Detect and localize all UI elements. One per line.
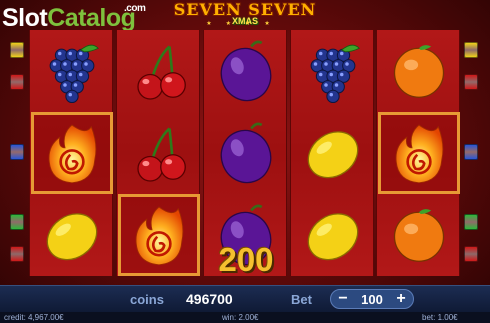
reel-symbol-lemon xyxy=(292,194,374,276)
payline-marker xyxy=(464,214,478,230)
bet-label: Bet xyxy=(291,292,312,307)
win-amount: 200 xyxy=(218,241,274,278)
fireball-icon xyxy=(395,124,444,184)
game-logo: SEVEN SEVEN XMAS ★★★★ xyxy=(168,0,322,32)
reel xyxy=(203,30,287,276)
grapes-icon xyxy=(49,44,99,104)
reel xyxy=(116,30,200,276)
payline-marker xyxy=(10,74,24,90)
payline-marker xyxy=(464,42,478,58)
payline-marker xyxy=(10,246,24,262)
reels-area xyxy=(29,30,460,276)
reel-symbol-fireball xyxy=(118,194,200,276)
reel-symbol-lemon xyxy=(292,112,374,194)
orange-icon xyxy=(393,45,445,98)
payline-marker xyxy=(464,144,478,160)
payline-markers-right xyxy=(464,40,478,270)
reel xyxy=(29,30,113,276)
brand-catalog: Catalog xyxy=(47,4,136,32)
fireball-icon xyxy=(135,206,184,266)
brand-com: .com xyxy=(124,3,146,14)
reel-symbol-fireball xyxy=(31,112,113,194)
reel-symbol-cherries xyxy=(118,30,200,112)
reel-symbol-orange xyxy=(378,194,460,276)
cherries-icon xyxy=(137,45,186,100)
grapes-icon xyxy=(310,44,360,104)
reel-symbol-grapes xyxy=(31,30,113,112)
reel-symbol-grapes xyxy=(292,30,374,112)
star-decoration-icon: ★★★★ xyxy=(206,21,284,27)
bet-stepper: − 100 + xyxy=(330,289,414,309)
reel xyxy=(376,30,460,276)
payline-marker xyxy=(10,42,24,58)
game-stage: SlotCatalog .com SEVEN SEVEN XMAS ★★★★ 2… xyxy=(0,0,490,323)
plum-icon xyxy=(220,40,272,102)
reel-symbol-fireball xyxy=(378,112,460,194)
lemon-icon xyxy=(46,213,98,261)
payline-marker xyxy=(464,246,478,262)
win-info: win: 2.00€ xyxy=(222,313,259,322)
reel-symbol-cherries xyxy=(118,112,200,194)
brand-slot: Slot xyxy=(2,4,48,32)
payline-marker xyxy=(464,74,478,90)
reel xyxy=(290,30,374,276)
reel-symbol-lemon xyxy=(31,194,113,276)
reel-symbol-plum xyxy=(205,30,287,112)
bottom-bar: coins 496700 Bet − 100 + xyxy=(0,285,490,312)
payline-marker xyxy=(10,214,24,230)
lemon-icon xyxy=(307,213,359,261)
lemon-icon xyxy=(307,131,359,179)
bet-info: bet: 1.00€ xyxy=(422,313,458,322)
reel-symbol-orange xyxy=(378,30,460,112)
info-bar: credit: 4,967.00€ win: 2.00€ bet: 1.00€ xyxy=(0,312,490,323)
orange-icon xyxy=(393,209,445,262)
slotcatalog-logo: SlotCatalog .com xyxy=(2,3,146,33)
fireball-icon xyxy=(48,124,97,184)
coins-label: coins xyxy=(130,292,164,307)
reel-symbol-plum xyxy=(205,112,287,194)
bet-decrease-button[interactable]: − xyxy=(333,289,353,309)
plum-icon xyxy=(220,122,272,184)
credit-info: credit: 4,967.00€ xyxy=(4,313,64,322)
coins-value: 496700 xyxy=(186,291,233,307)
payline-marker xyxy=(10,144,24,160)
cherries-icon xyxy=(137,127,186,182)
bet-increase-button[interactable]: + xyxy=(391,289,411,309)
bet-value: 100 xyxy=(361,292,383,307)
payline-markers-left xyxy=(10,40,24,270)
